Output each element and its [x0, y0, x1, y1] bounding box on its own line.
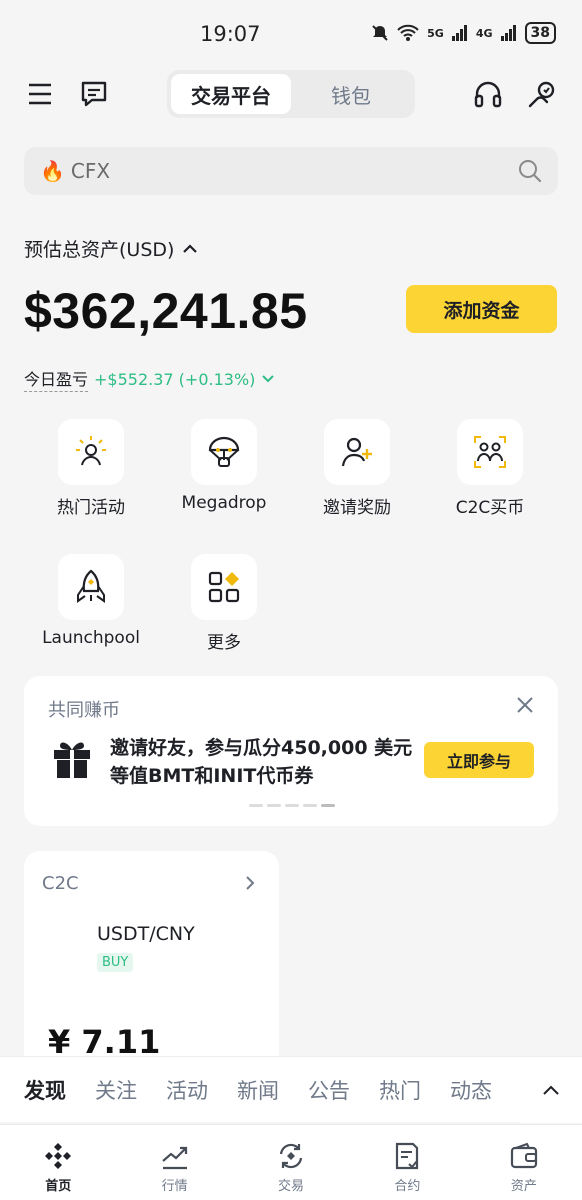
- menu-icon[interactable]: [26, 80, 54, 108]
- nav-assets[interactable]: 资产: [466, 1125, 582, 1200]
- wifi-icon: [397, 24, 419, 41]
- trade-icon: [279, 1143, 303, 1169]
- collapse-feed-button[interactable]: [520, 1057, 582, 1123]
- top-nav: 交易平台 钱包: [0, 70, 582, 120]
- shortcut-box: [58, 419, 124, 485]
- platform-wallet-switch: 交易平台 钱包: [167, 70, 415, 118]
- add-funds-button[interactable]: 添加资金: [406, 285, 557, 333]
- shortcut-hot-activity[interactable]: 热门活动: [26, 419, 156, 518]
- nav-label: 首页: [45, 1179, 72, 1194]
- status-icons: 5G 4G 38: [371, 22, 556, 44]
- chevron-right-icon[interactable]: [245, 875, 255, 891]
- tab-hot[interactable]: 热门: [379, 1075, 421, 1105]
- shortcut-box: [58, 554, 124, 620]
- wallet-icon: [510, 1142, 537, 1169]
- tab-exchange[interactable]: 交易平台: [171, 74, 291, 114]
- nav-home[interactable]: 首页: [0, 1125, 116, 1200]
- battery-indicator: 38: [524, 22, 556, 44]
- messages-icon[interactable]: [80, 80, 108, 108]
- nav-label: 资产: [510, 1179, 537, 1194]
- today-pnl[interactable]: 今日盈亏 +$552.37 (+0.13%): [24, 366, 275, 392]
- join-now-button[interactable]: 立即参与: [424, 742, 534, 778]
- carousel-dot-active: [321, 804, 335, 807]
- tab-activities[interactable]: 活动: [166, 1075, 208, 1105]
- headset-icon[interactable]: [473, 80, 503, 110]
- carousel-dots: [249, 804, 335, 807]
- tab-updates[interactable]: 动态: [450, 1075, 492, 1105]
- shortcut-box: [457, 419, 523, 485]
- status-time: 19:07: [200, 22, 261, 46]
- total-balance: $362,241.85: [24, 283, 308, 339]
- chevron-up-icon: [543, 1085, 559, 1095]
- shortcut-box: [191, 554, 257, 620]
- shortcut-c2c-buy[interactable]: C2C买币: [425, 419, 555, 518]
- search-bar[interactable]: 🔥 CFX: [24, 147, 558, 195]
- network-5g: 5G: [427, 26, 444, 40]
- shortcut-megadrop[interactable]: Megadrop: [159, 419, 289, 513]
- signal-icon: [500, 25, 516, 41]
- shortcut-invite-reward[interactable]: 邀请奖励: [292, 419, 422, 518]
- search-input[interactable]: CFX: [71, 159, 518, 183]
- nav-label: 合约: [394, 1179, 421, 1194]
- shortcut-label: 热门活动: [57, 498, 125, 518]
- futures-icon: [396, 1142, 419, 1170]
- carousel-dot: [267, 804, 281, 807]
- tab-announcements[interactable]: 公告: [308, 1075, 350, 1105]
- search-icon[interactable]: [518, 159, 542, 183]
- pnl-label: 今日盈亏: [24, 366, 89, 392]
- nav-trade[interactable]: 交易: [233, 1125, 349, 1200]
- feed-tabs: 发现 关注 活动 新闻 公告 热门 动态: [0, 1056, 582, 1123]
- shortcut-label: 邀请奖励: [323, 498, 391, 518]
- nav-label: 行情: [161, 1179, 188, 1194]
- gift-icon: [54, 742, 90, 778]
- nav-markets[interactable]: 行情: [116, 1125, 232, 1200]
- tab-discover[interactable]: 发现: [24, 1075, 66, 1105]
- megadrop-icon: [208, 436, 240, 467]
- fire-icon: 🔥: [40, 159, 65, 183]
- home-icon: [45, 1143, 72, 1169]
- shortcut-launchpool[interactable]: Launchpool: [26, 554, 156, 648]
- buy-badge: BUY: [97, 953, 134, 972]
- tab-wallet[interactable]: 钱包: [291, 74, 411, 114]
- hot-activity-icon: [76, 436, 106, 466]
- c2c-pair: USDT/CNY: [97, 923, 195, 945]
- shortcut-box: [191, 419, 257, 485]
- nav-label: 交易: [278, 1179, 305, 1194]
- invite-reward-icon: [341, 437, 372, 467]
- chevron-down-icon: [262, 375, 275, 383]
- markets-icon: [161, 1146, 187, 1170]
- c2c-buy-icon: [474, 436, 506, 468]
- shortcut-label: Megadrop: [181, 493, 267, 513]
- c2c-title: C2C: [42, 873, 79, 894]
- chevron-up-icon: [183, 243, 198, 253]
- rewards-hand-icon[interactable]: [527, 80, 557, 110]
- carousel-dot: [303, 804, 317, 807]
- promo-title: 共同赚币: [48, 700, 120, 721]
- signal-icon: [451, 25, 467, 41]
- shortcut-label: 更多: [207, 633, 241, 653]
- mute-icon: [372, 25, 388, 41]
- pnl-value: +$552.37 (+0.13%): [94, 369, 256, 389]
- promo-text: 邀请好友，参与瓜分450,000 美元等值BMT和INIT代币券: [110, 737, 413, 787]
- launchpool-rocket-icon: [77, 569, 105, 603]
- promo-card[interactable]: 共同赚币 邀请好友，参与瓜分450,000 美元等值BMT和INIT代币券 立即…: [24, 676, 558, 826]
- bottom-nav: 首页 行情 交易 合约 资产: [0, 1124, 582, 1200]
- shortcut-label: Launchpool: [42, 628, 140, 648]
- carousel-dot: [285, 804, 299, 807]
- tab-news[interactable]: 新闻: [237, 1075, 279, 1105]
- c2c-card[interactable]: C2C USDT/CNY BUY ¥ 7.11: [24, 851, 279, 1071]
- shortcut-label: C2C买币: [455, 498, 525, 518]
- network-4g: 4G: [475, 26, 493, 40]
- status-bar: 19:07 5G 4G 38: [0, 0, 582, 66]
- carousel-dot: [249, 804, 263, 807]
- shortcut-box: [324, 419, 390, 485]
- shortcut-more[interactable]: 更多: [159, 554, 289, 653]
- tab-following[interactable]: 关注: [95, 1075, 137, 1105]
- estimated-assets-label[interactable]: 预估总资产(USD): [24, 235, 198, 262]
- assets-label-text: 预估总资产(USD): [24, 239, 175, 261]
- close-icon[interactable]: [516, 696, 534, 714]
- more-grid-icon: [208, 571, 240, 603]
- nav-futures[interactable]: 合约: [349, 1125, 465, 1200]
